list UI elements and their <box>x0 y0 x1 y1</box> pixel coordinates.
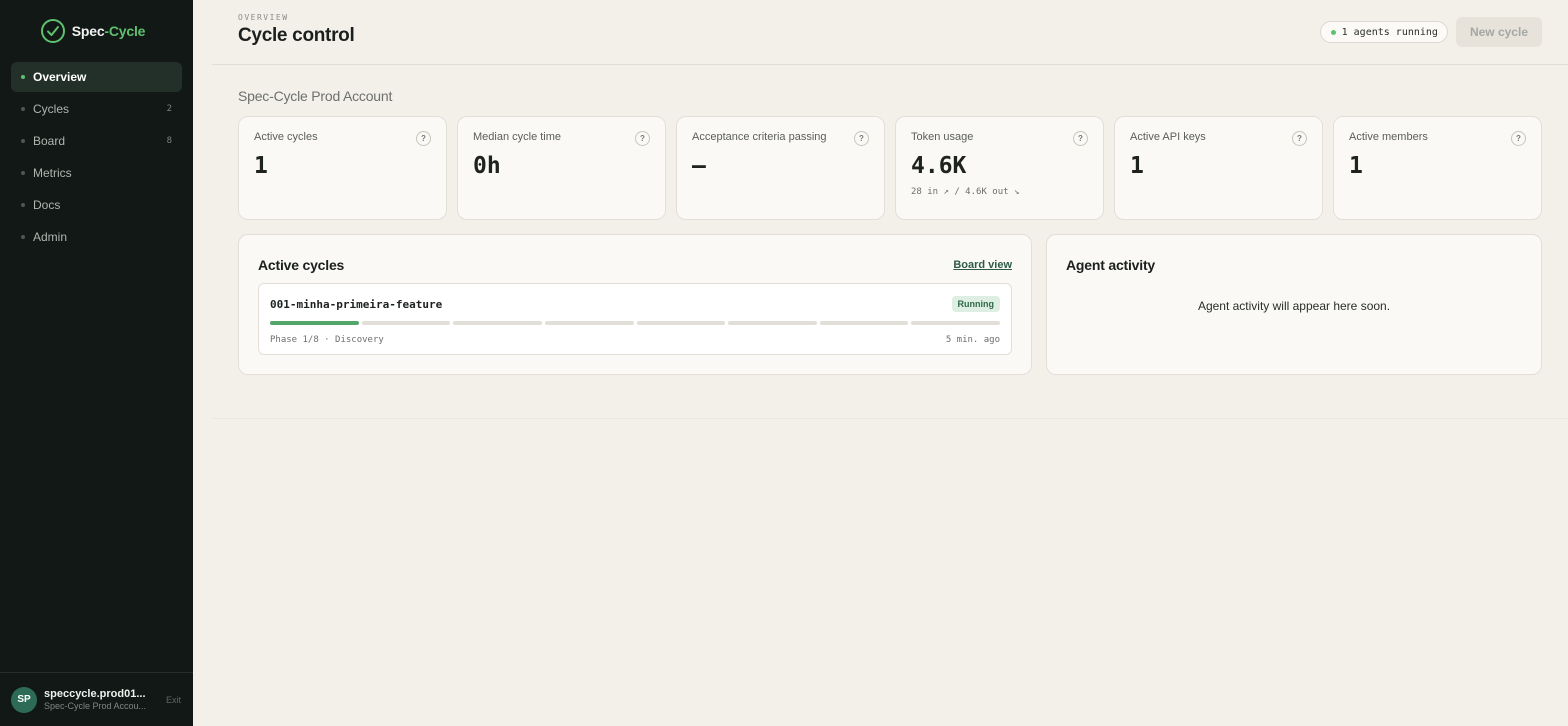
panel-title: Active cycles <box>258 257 345 273</box>
bullet-icon <box>21 171 25 175</box>
cycle-card-header: 001-minha-primeira-feature Running <box>270 296 1000 312</box>
account-name: Spec-Cycle Prod Account <box>238 88 393 104</box>
cycle-card-footer: Phase 1/8 · Discovery 5 min. ago <box>270 335 1000 345</box>
sidebar-item-label: Overview <box>33 70 87 84</box>
stat-card-active-cycles: Active cycles ? 1 <box>238 116 447 220</box>
sidebar-item-admin[interactable]: Admin <box>11 222 182 252</box>
bullet-icon <box>21 139 25 143</box>
sidebar-item-label: Board <box>33 134 66 148</box>
agent-activity-panel: Agent activity Agent activity will appea… <box>1046 234 1542 375</box>
user-account: Spec-Cycle Prod Accou... <box>44 701 147 711</box>
sidebar-item-label: Docs <box>33 198 61 212</box>
stat-value: 0h <box>473 153 501 179</box>
stat-value: 4.6K <box>911 153 967 179</box>
sidebar-item-metrics[interactable]: Metrics <box>11 158 182 188</box>
avatar[interactable]: SP <box>11 686 37 713</box>
progress-segment <box>361 321 451 325</box>
help-icon[interactable]: ? <box>1292 131 1307 146</box>
progress-segment <box>544 321 634 325</box>
help-icon[interactable]: ? <box>854 131 869 146</box>
page-header: OVERVIEW Cycle control 1 agents running … <box>212 0 1568 65</box>
help-icon[interactable]: ? <box>416 131 431 146</box>
help-icon[interactable]: ? <box>635 131 650 146</box>
user-info: speccycle.prod01... Spec-Cycle Prod Acco… <box>44 688 159 711</box>
stats-row: Active cycles ? 1 Median cycle time ? 0h… <box>238 116 1542 220</box>
status-badge: Running <box>951 296 1000 312</box>
progress-segment <box>728 321 817 325</box>
user-menu[interactable]: SP speccycle.prod01... Spec-Cycle Prod A… <box>0 672 193 726</box>
cycle-card[interactable]: 001-minha-primeira-feature Running Phase… <box>258 283 1012 355</box>
page-title: Cycle control <box>238 25 355 46</box>
cycle-phase: Phase 1/8 · Discovery <box>270 335 384 345</box>
stat-label: Acceptance criteria passing <box>692 131 827 143</box>
stat-label: Median cycle time <box>473 131 562 143</box>
cycle-updated: 5 min. ago <box>945 335 1000 345</box>
progress-segment <box>270 321 359 325</box>
help-icon[interactable]: ? <box>1073 131 1088 146</box>
stat-card-median-cycle-time: Median cycle time ? 0h <box>457 116 666 220</box>
bullet-icon <box>21 203 25 207</box>
cycle-name: 001-minha-primeira-feature <box>270 297 443 311</box>
progress-segment <box>911 321 1000 325</box>
panel-title: Agent activity <box>1066 257 1155 273</box>
agents-status-text: 1 agents running <box>1341 26 1438 38</box>
stat-value: 1 <box>1130 153 1144 179</box>
status-dot-icon <box>1330 29 1336 35</box>
sidebar-item-overview[interactable]: Overview <box>11 62 182 92</box>
stat-card-active-members: Active members ? 1 <box>1333 116 1542 220</box>
breadcrumb: OVERVIEW <box>238 13 289 22</box>
stat-value: — <box>692 153 706 179</box>
main-content: OVERVIEW Cycle control 1 agents running … <box>193 0 1568 726</box>
progress-segment <box>819 321 909 325</box>
sidebar-item-count: 2 <box>166 104 172 114</box>
board-view-link[interactable]: Board view <box>953 259 1012 271</box>
phase-progress-bar <box>270 321 1000 325</box>
stat-value: 1 <box>1349 153 1363 179</box>
sidebar-nav: Overview Cycles 2 Board 8 Metrics Docs A… <box>0 62 193 252</box>
sidebar-item-label: Metrics <box>33 166 72 180</box>
agents-status-badge: 1 agents running <box>1319 21 1448 43</box>
progress-segment <box>636 321 726 325</box>
sidebar-item-board[interactable]: Board 8 <box>11 126 182 156</box>
sidebar-item-cycles[interactable]: Cycles 2 <box>11 94 182 124</box>
sidebar: Spec-Cycle Overview Cycles 2 Board 8 Met… <box>0 0 193 726</box>
sidebar-item-count: 8 <box>166 136 172 146</box>
bullet-icon <box>21 75 25 79</box>
sidebar-item-label: Cycles <box>33 102 70 116</box>
exit-button[interactable]: Exit <box>166 695 181 705</box>
stat-subtext: 28 in ↗ / 4.6K out ↘ <box>911 187 1020 197</box>
overview-content: Spec-Cycle Prod Account Active cycles ? … <box>212 65 1568 419</box>
sidebar-item-label: Admin <box>33 230 68 244</box>
stat-label: Active API keys <box>1130 131 1206 143</box>
user-name: speccycle.prod01... <box>44 688 146 700</box>
progress-segment <box>453 321 542 325</box>
bullet-icon <box>21 235 25 239</box>
stat-card-active-api-keys: Active API keys ? 1 <box>1114 116 1323 220</box>
brand-logo[interactable]: Spec-Cycle <box>0 0 193 62</box>
sidebar-item-docs[interactable]: Docs <box>11 190 182 220</box>
check-circle-icon <box>40 19 65 43</box>
new-cycle-button[interactable]: New cycle <box>1455 17 1542 47</box>
brand-name: Spec-Cycle <box>71 23 146 39</box>
empty-state-message: Agent activity will appear here soon. <box>1197 299 1391 313</box>
panel-header: Active cycles Board view <box>258 257 1012 273</box>
stat-label: Active members <box>1349 131 1428 143</box>
stat-value: 1 <box>254 153 268 179</box>
stat-label: Token usage <box>911 131 974 143</box>
bullet-icon <box>21 107 25 111</box>
stat-card-token-usage: Token usage ? 4.6K 28 in ↗ / 4.6K out ↘ <box>895 116 1104 220</box>
page-titles: OVERVIEW Cycle control <box>238 13 1320 47</box>
help-icon[interactable]: ? <box>1511 131 1526 146</box>
stat-card-acceptance-criteria: Acceptance criteria passing ? — <box>676 116 885 220</box>
active-cycles-panel: Active cycles Board view 001-minha-prime… <box>238 234 1032 375</box>
panels-row: Active cycles Board view 001-minha-prime… <box>238 234 1542 375</box>
stat-label: Active cycles <box>254 131 318 143</box>
